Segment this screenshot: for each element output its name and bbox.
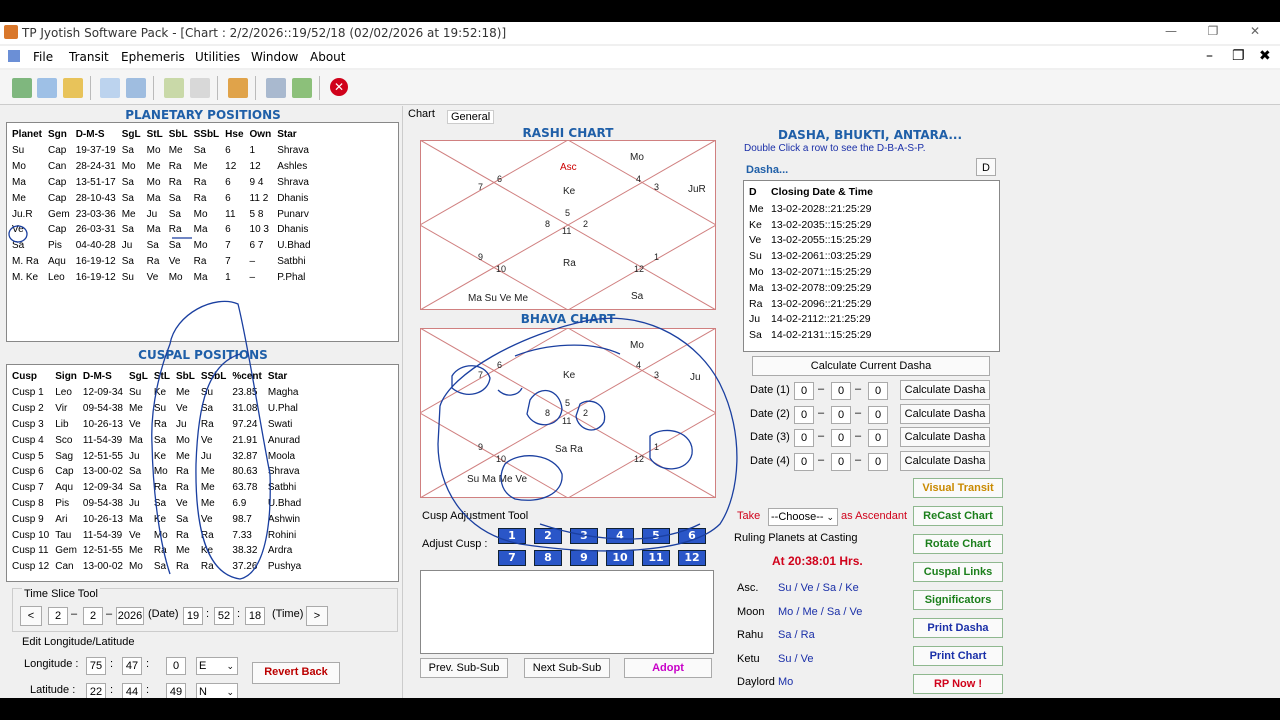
app-icon-main (4, 25, 18, 39)
title-bar-main: TP Jyotish Software Pack - [Chart : 2/2/… (0, 22, 1280, 44)
annotation-circle (8, 225, 28, 243)
annotation-circle (649, 429, 693, 470)
annotation-loop (437, 317, 738, 552)
close-button-main[interactable]: ✕ (1240, 24, 1270, 38)
annotation-circle (526, 389, 563, 426)
annotation-circle (575, 400, 606, 431)
annotation-circle (500, 455, 563, 501)
annotation-stroke (539, 523, 701, 540)
bottom-letterbox (0, 698, 1280, 720)
window-title-main: TP Jyotish Software Pack - [Chart : 2/2/… (22, 26, 507, 40)
pen-annotations (8, 225, 738, 580)
annotation-loop (151, 300, 271, 580)
annotation-stroke (497, 344, 621, 396)
restore-button-main[interactable]: ❐ (1198, 24, 1228, 38)
top-letterbox (0, 0, 1280, 22)
minimize-button-main[interactable]: — (1156, 24, 1186, 38)
main-window: File Transit Ephemeris Utilities Window … (0, 44, 1280, 698)
